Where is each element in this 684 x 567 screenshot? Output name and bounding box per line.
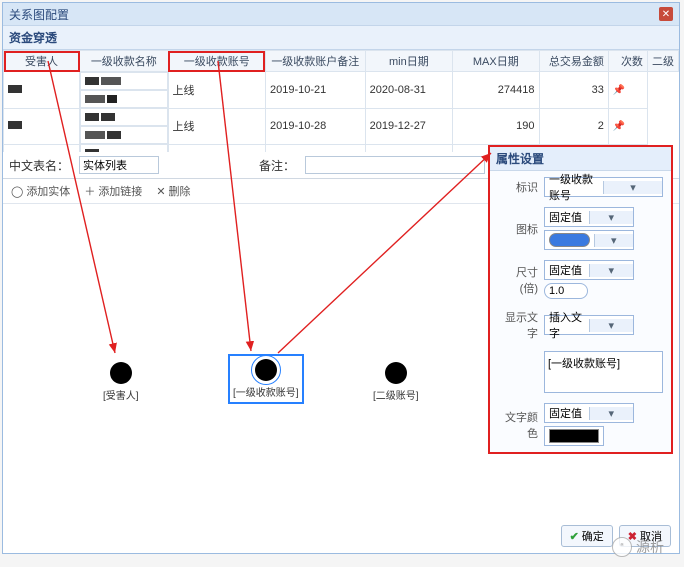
property-title: 属性设置 <box>490 147 671 171</box>
col-note1[interactable]: 一级收款账户备注 <box>265 51 365 72</box>
close-icon[interactable]: ✕ <box>659 7 673 21</box>
add-entity-button[interactable]: ◯添加实体 <box>11 183 70 199</box>
cn-name-input[interactable] <box>79 156 159 174</box>
delete-button[interactable]: ✕删除 <box>156 183 190 199</box>
note-input[interactable] <box>305 156 485 174</box>
col-min-date[interactable]: min日期 <box>365 51 452 72</box>
label-color: 文字颜色 <box>498 409 538 441</box>
watermark: “源析 <box>612 537 664 557</box>
col-acct1[interactable]: 一级收款账号 <box>168 51 265 72</box>
text-value-textarea[interactable]: [一级收款账号] <box>544 351 663 393</box>
chevron-down-icon: ▾ <box>603 181 662 194</box>
pin-icon: 📌 <box>613 85 625 96</box>
icon-color-select[interactable]: ▾ <box>544 230 634 250</box>
label-cn-name: 中文表名： <box>9 157 69 174</box>
ok-button[interactable]: ✔确定 <box>561 525 613 547</box>
col-victim[interactable]: 受害人 <box>4 51 80 72</box>
node-acct2[interactable]: [二级账号] <box>373 362 419 402</box>
col-total[interactable]: 总交易金额 <box>539 51 608 72</box>
col-count[interactable]: 次数 <box>608 51 647 72</box>
size-value-input[interactable]: 1.0 <box>544 283 588 299</box>
add-link-button[interactable]: ＋添加链接 <box>84 183 142 199</box>
label-size: 尺寸(倍) <box>498 264 538 296</box>
text-mode-select[interactable]: 插入文字▾ <box>544 315 634 335</box>
label-id: 标识 <box>498 179 538 195</box>
id-select[interactable]: 一级收款账号▾ <box>544 177 663 197</box>
node-victim[interactable]: [受害人] <box>103 362 139 402</box>
property-panel: 属性设置 标识 一级收款账号▾ 图标 固定值▾ ▾ 尺寸(倍) 固定值▾ 1.0… <box>488 145 673 454</box>
col-name1[interactable]: 一级收款名称 <box>80 51 168 72</box>
color-swatch-select[interactable] <box>544 426 604 446</box>
label-text: 显示文字 <box>498 309 538 341</box>
label-note: 备注： <box>259 157 295 174</box>
data-table: 受害人 一级收款名称 一级收款账号 一级收款账户备注 min日期 MAX日期 总… <box>3 50 679 152</box>
col-l2[interactable]: 二级 <box>647 51 678 72</box>
icon-mode-select[interactable]: 固定值▾ <box>544 207 634 227</box>
titlebar: 关系图配置 ✕ <box>3 3 679 25</box>
size-mode-select[interactable]: 固定值▾ <box>544 260 634 280</box>
table-row[interactable]: 上线 2019-10-28 2019-12-27 190 2 📌 <box>4 108 679 144</box>
col-max-date[interactable]: MAX日期 <box>453 51 539 72</box>
color-mode-select[interactable]: 固定值▾ <box>544 403 634 423</box>
section-header: 资金穿透 <box>3 25 679 50</box>
window-title: 关系图配置 <box>9 6 69 23</box>
label-icon: 图标 <box>498 221 538 237</box>
node-acct1[interactable]: [一级收款账号] <box>228 354 304 404</box>
table-row[interactable]: 上线 2019-10-21 2020-08-31 274418 33 📌 <box>4 72 679 109</box>
